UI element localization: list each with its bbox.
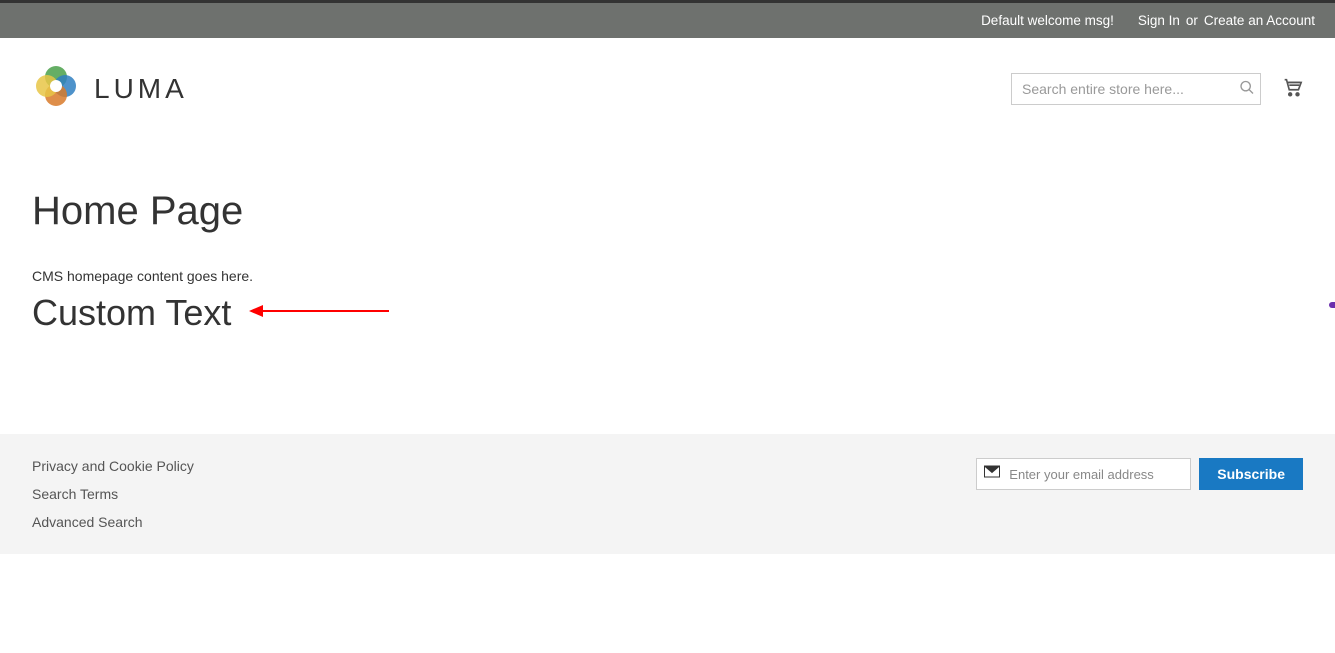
cart-button[interactable] [1281, 76, 1303, 101]
newsletter-email-input[interactable] [976, 458, 1191, 490]
footer-link-search-terms[interactable]: Search Terms [32, 486, 194, 502]
welcome-message: Default welcome msg! [981, 13, 1114, 28]
footer-link-advanced-search[interactable]: Advanced Search [32, 514, 194, 530]
search-box [1011, 73, 1261, 105]
topbar: Default welcome msg! Sign In or Create a… [0, 3, 1335, 38]
subscribe-button[interactable]: Subscribe [1199, 458, 1303, 490]
scroll-indicator [1329, 302, 1335, 308]
cms-placeholder-text: CMS homepage content goes here. [32, 268, 1303, 284]
newsletter-input-wrap [976, 458, 1191, 490]
search-input[interactable] [1011, 73, 1261, 105]
create-account-link[interactable]: Create an Account [1204, 13, 1315, 28]
header-right [1011, 73, 1303, 105]
footer: Privacy and Cookie Policy Search Terms A… [0, 434, 1335, 554]
logo[interactable]: LUMA [32, 62, 188, 115]
arrow-left-icon [249, 302, 389, 325]
page-title: Home Page [32, 189, 1303, 234]
header: LUMA [0, 38, 1335, 139]
mail-icon [984, 465, 1000, 483]
search-icon [1239, 79, 1255, 98]
topbar-or: or [1186, 13, 1198, 28]
cart-icon [1281, 86, 1303, 101]
footer-link-privacy[interactable]: Privacy and Cookie Policy [32, 458, 194, 474]
logo-icon [32, 62, 80, 115]
sign-in-link[interactable]: Sign In [1138, 13, 1180, 28]
search-button[interactable] [1239, 79, 1255, 98]
topbar-border: Default welcome msg! Sign In or Create a… [0, 0, 1335, 38]
footer-links: Privacy and Cookie Policy Search Terms A… [32, 458, 194, 530]
logo-text: LUMA [94, 73, 188, 105]
custom-text-row: Custom Text [32, 292, 1303, 334]
main-content: Home Page CMS homepage content goes here… [0, 139, 1335, 434]
custom-heading: Custom Text [32, 292, 231, 334]
newsletter-form: Subscribe [976, 458, 1303, 490]
